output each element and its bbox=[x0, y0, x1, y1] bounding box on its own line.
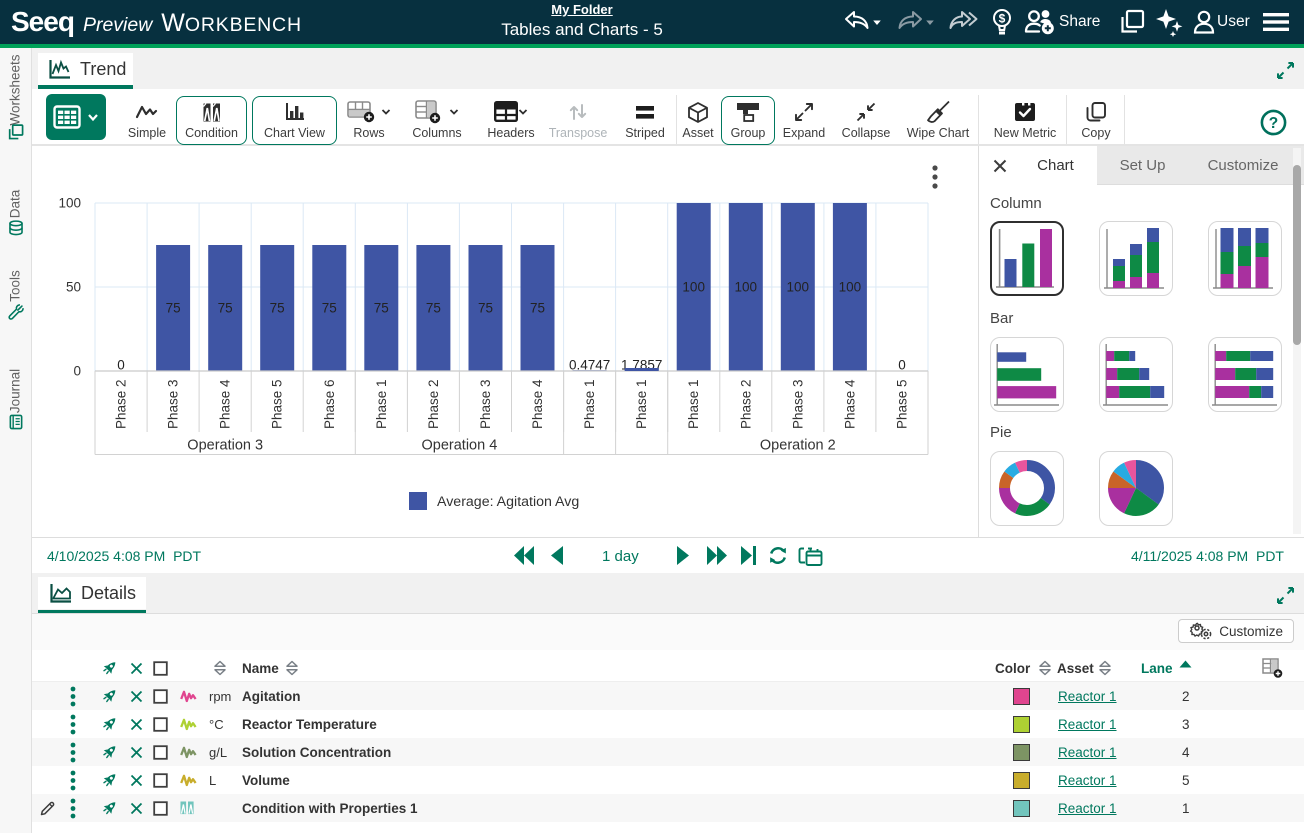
svg-text:0: 0 bbox=[117, 358, 125, 373]
svg-text:Phase 2: Phase 2 bbox=[114, 379, 129, 429]
svg-text:Phase 3: Phase 3 bbox=[166, 379, 181, 429]
svg-text:?: ? bbox=[1269, 115, 1278, 132]
svg-text:Phase 1: Phase 1 bbox=[634, 379, 649, 429]
svg-text:100: 100 bbox=[787, 280, 810, 295]
svg-text:Operation 2: Operation 2 bbox=[760, 438, 836, 454]
svg-text:Phase 5: Phase 5 bbox=[270, 379, 285, 429]
svg-text:Phase 3: Phase 3 bbox=[478, 379, 493, 429]
svg-text:50: 50 bbox=[66, 280, 81, 295]
svg-text:Phase 6: Phase 6 bbox=[322, 379, 337, 429]
svg-text:Phase 4: Phase 4 bbox=[530, 379, 545, 429]
svg-text:75: 75 bbox=[218, 301, 233, 316]
svg-text:Phase 2: Phase 2 bbox=[426, 379, 441, 429]
svg-text:Phase 4: Phase 4 bbox=[842, 379, 857, 429]
svg-text:0.4747: 0.4747 bbox=[569, 358, 610, 373]
svg-text:75: 75 bbox=[270, 301, 285, 316]
svg-text:100: 100 bbox=[839, 280, 862, 295]
svg-text:Phase 4: Phase 4 bbox=[218, 379, 233, 429]
svg-text:75: 75 bbox=[322, 301, 337, 316]
svg-text:Average: Agitation Avg: Average: Agitation Avg bbox=[437, 494, 579, 510]
svg-text:Operation 4: Operation 4 bbox=[422, 438, 498, 454]
svg-text:100: 100 bbox=[735, 280, 758, 295]
svg-text:Phase 3: Phase 3 bbox=[790, 379, 805, 429]
svg-text:75: 75 bbox=[374, 301, 389, 316]
svg-text:Phase 5: Phase 5 bbox=[895, 379, 910, 429]
svg-text:Phase 1: Phase 1 bbox=[374, 379, 389, 429]
svg-text:Operation 3: Operation 3 bbox=[187, 438, 263, 454]
svg-text:75: 75 bbox=[530, 301, 545, 316]
svg-text:Phase 1: Phase 1 bbox=[686, 379, 701, 429]
svg-text:0: 0 bbox=[898, 358, 906, 373]
svg-text:Phase 2: Phase 2 bbox=[738, 379, 753, 429]
svg-text:100: 100 bbox=[682, 280, 705, 295]
svg-text:75: 75 bbox=[426, 301, 441, 316]
svg-text:75: 75 bbox=[478, 301, 493, 316]
svg-text:0: 0 bbox=[73, 364, 81, 379]
svg-text:Phase 1: Phase 1 bbox=[582, 379, 597, 429]
svg-text:100: 100 bbox=[58, 196, 81, 211]
svg-text:$: $ bbox=[999, 12, 1006, 26]
svg-text:75: 75 bbox=[166, 301, 181, 316]
